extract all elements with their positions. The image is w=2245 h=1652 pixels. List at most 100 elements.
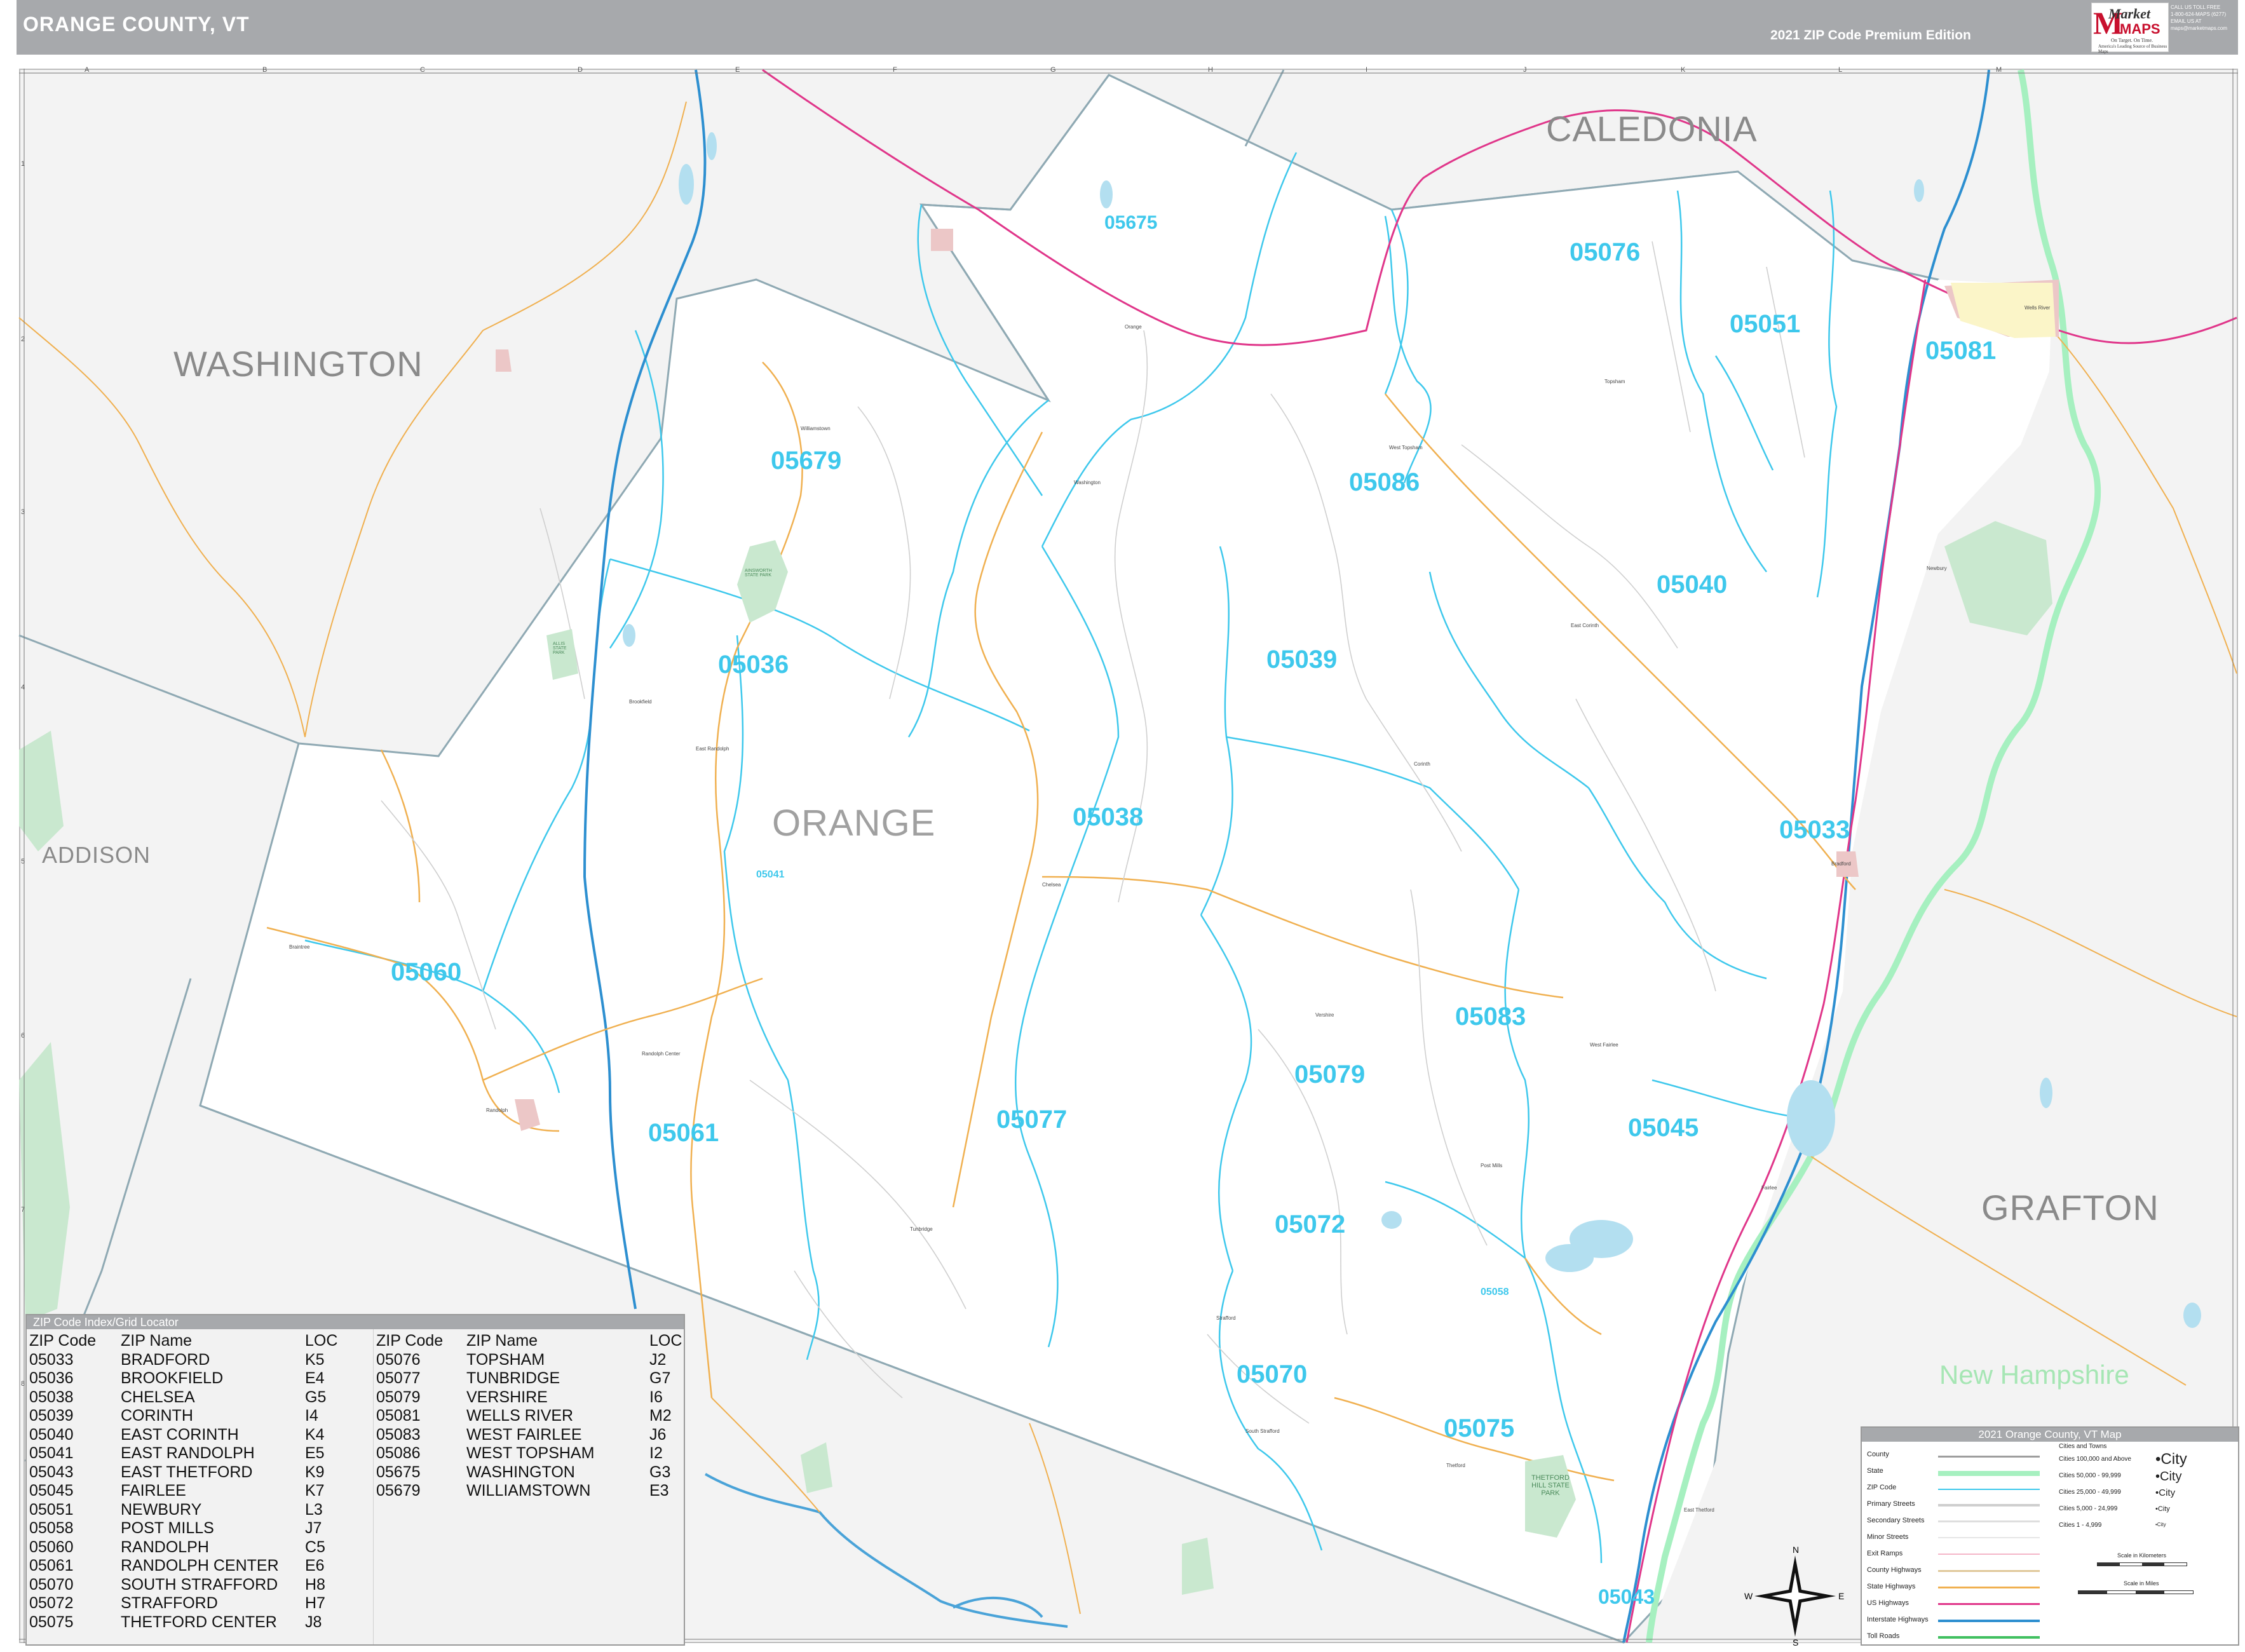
zip-label-05051[interactable]: 05051 xyxy=(1730,310,1800,339)
zip-index-cell: K5 xyxy=(305,1350,325,1369)
zip-index-cell: 05086 xyxy=(376,1444,421,1462)
legend-label: Toll Roads xyxy=(1867,1632,1900,1640)
place-label-allis-park: ALLIS STATE PARK xyxy=(553,642,567,655)
place-label-vershire: Vershire xyxy=(1315,1012,1334,1018)
zip-index-cell: BROOKFIELD xyxy=(121,1369,224,1387)
zip-index-cell: J2 xyxy=(649,1350,667,1369)
zip-label-05045[interactable]: 05045 xyxy=(1628,1114,1699,1142)
zip-index-col2-name: ZIP Name TOPSHAM TUNBRIDGE VERSHIRE WELL… xyxy=(466,1332,594,1501)
zip-index-cell: THETFORD CENTER xyxy=(121,1613,277,1631)
place-label-bradford: Bradford xyxy=(1831,861,1851,867)
zip-index-cell: 05077 xyxy=(376,1369,421,1387)
zip-index-cell: J8 xyxy=(305,1613,322,1631)
legend-label: Interstate Highways xyxy=(1867,1616,1929,1623)
zip-label-05679[interactable]: 05679 xyxy=(771,447,841,475)
zip-index-cell: 05679 xyxy=(376,1482,421,1500)
place-label-ainsworth-park: AINSWORTH STATE PARK xyxy=(745,569,772,578)
compass-rose: N S E W xyxy=(1744,1545,1844,1647)
zip-label-05041[interactable]: 05041 xyxy=(756,869,785,881)
zip-label-05072[interactable]: 05072 xyxy=(1275,1210,1345,1239)
zip-index-cell: 05072 xyxy=(29,1594,74,1612)
legend-swatch-interstate xyxy=(1938,1620,2040,1622)
zip-index-cell: VERSHIRE xyxy=(466,1388,548,1406)
place-label-washington: Washington xyxy=(1074,480,1101,485)
legend-scale-mi: Scale in Miles xyxy=(2124,1580,2159,1587)
zip-index-header: ZIP Code xyxy=(376,1332,444,1350)
legend-swatch-primary xyxy=(1938,1504,2040,1506)
zip-index-cell: 05070 xyxy=(29,1575,74,1594)
legend-swatch-county xyxy=(1938,1456,2040,1458)
zip-code-index: ZIP Code Index/Grid Locator ZIP Code 050… xyxy=(25,1314,685,1646)
zip-label-05058[interactable]: 05058 xyxy=(1481,1287,1509,1298)
place-label-west-topsham: West Topsham xyxy=(1389,445,1423,450)
legend-city-sample: •City xyxy=(2155,1470,2182,1484)
zip-label-05043[interactable]: 05043 xyxy=(1598,1585,1655,1609)
zip-label-05075[interactable]: 05075 xyxy=(1444,1414,1514,1443)
zip-index-cell: J6 xyxy=(649,1425,667,1444)
region-label-addison: ADDISON xyxy=(42,842,151,868)
legend-city-class: Cities 5,000 - 24,999 xyxy=(2059,1505,2118,1512)
grid-col-label: F xyxy=(893,66,897,74)
zip-label-05079[interactable]: 05079 xyxy=(1294,1060,1365,1089)
grid-col-label: I xyxy=(1366,66,1368,74)
legend-label: US Highways xyxy=(1867,1599,1909,1607)
zip-index-cell: 05075 xyxy=(29,1613,74,1631)
zip-index-divider xyxy=(373,1329,374,1644)
place-label-thetford-hill-park: THETFORD HILL STATE PARK xyxy=(1531,1474,1570,1497)
place-label-corinth: Corinth xyxy=(1414,761,1430,767)
zip-index-cell: FAIRLEE xyxy=(121,1482,186,1500)
zip-label-05040[interactable]: 05040 xyxy=(1657,571,1727,599)
zip-label-05033[interactable]: 05033 xyxy=(1779,816,1850,844)
zip-index-cell: E6 xyxy=(305,1557,325,1574)
legend-scale-km: Scale in Kilometers xyxy=(2117,1552,2167,1559)
grid-col-label: J xyxy=(1523,66,1527,74)
zip-index-cell: BRADFORD xyxy=(121,1350,210,1369)
zip-index-cell: 05038 xyxy=(29,1388,74,1406)
zip-label-05039[interactable]: 05039 xyxy=(1266,646,1337,674)
zip-label-05060[interactable]: 05060 xyxy=(391,958,461,987)
legend-city-class: Cities 100,000 and Above xyxy=(2059,1456,2131,1463)
zip-index-cell: E3 xyxy=(649,1482,669,1500)
legend-scale-km-bar xyxy=(2097,1562,2187,1566)
legend-label: State Highways xyxy=(1867,1583,1916,1590)
zip-index-cell: E4 xyxy=(305,1369,325,1387)
zip-index-cell: POST MILLS xyxy=(121,1519,214,1537)
legend-scale-mi-bar xyxy=(2078,1590,2194,1594)
zip-index-cell: WASHINGTON xyxy=(466,1463,575,1481)
zip-index-col2-loc: LOC J2 G7 I6 M2 J6 I2 G3 E3 xyxy=(649,1332,682,1501)
zip-label-05077[interactable]: 05077 xyxy=(996,1106,1067,1134)
zip-label-05038[interactable]: 05038 xyxy=(1073,803,1143,832)
legend-city-class: Cities 1 - 4,999 xyxy=(2059,1522,2102,1529)
zip-index-cell: I2 xyxy=(649,1444,663,1462)
place-label-newbury: Newbury xyxy=(1927,565,1947,571)
zip-index-cell: EAST RANDOLPH xyxy=(121,1444,255,1462)
zip-index-cell: EAST CORINTH xyxy=(121,1425,239,1444)
place-label-thetford: Thetford xyxy=(1446,1463,1465,1468)
zip-index-cell: STRAFFORD xyxy=(121,1594,218,1612)
grid-row-label: 4 xyxy=(21,684,25,691)
legend-swatch-state-hwy xyxy=(1938,1587,2040,1588)
zip-index-cell: G5 xyxy=(305,1388,327,1406)
zip-index-cell: 05061 xyxy=(29,1557,74,1574)
zip-label-05070[interactable]: 05070 xyxy=(1237,1360,1307,1389)
zip-index-cell: 05083 xyxy=(376,1425,421,1444)
zip-index-cell: WEST FAIRLEE xyxy=(466,1425,582,1444)
zip-index-cell: H7 xyxy=(305,1594,325,1612)
zip-index-cell: NEWBURY xyxy=(121,1500,202,1519)
zip-label-05081[interactable]: 05081 xyxy=(1925,337,1996,365)
place-label-tunbridge: Tunbridge xyxy=(910,1226,933,1232)
zip-label-05076[interactable]: 05076 xyxy=(1570,238,1640,267)
zip-label-05036[interactable]: 05036 xyxy=(718,651,789,679)
place-label-post-mills: Post Mills xyxy=(1481,1163,1503,1168)
zip-label-05086[interactable]: 05086 xyxy=(1349,468,1420,497)
zip-label-05061[interactable]: 05061 xyxy=(648,1119,719,1148)
zip-label-05675[interactable]: 05675 xyxy=(1104,212,1157,234)
legend-swatch-state xyxy=(1938,1471,2040,1476)
zip-index-cell: 05036 xyxy=(29,1369,74,1387)
zip-index-cell: J7 xyxy=(305,1519,322,1537)
zip-index-cell: RANDOLPH xyxy=(121,1538,209,1556)
zip-label-05083[interactable]: 05083 xyxy=(1455,1003,1526,1031)
legend-city-sample: •City xyxy=(2155,1451,2187,1468)
place-label-chelsea: Chelsea xyxy=(1042,882,1061,888)
zip-index-cell: 05076 xyxy=(376,1350,421,1369)
